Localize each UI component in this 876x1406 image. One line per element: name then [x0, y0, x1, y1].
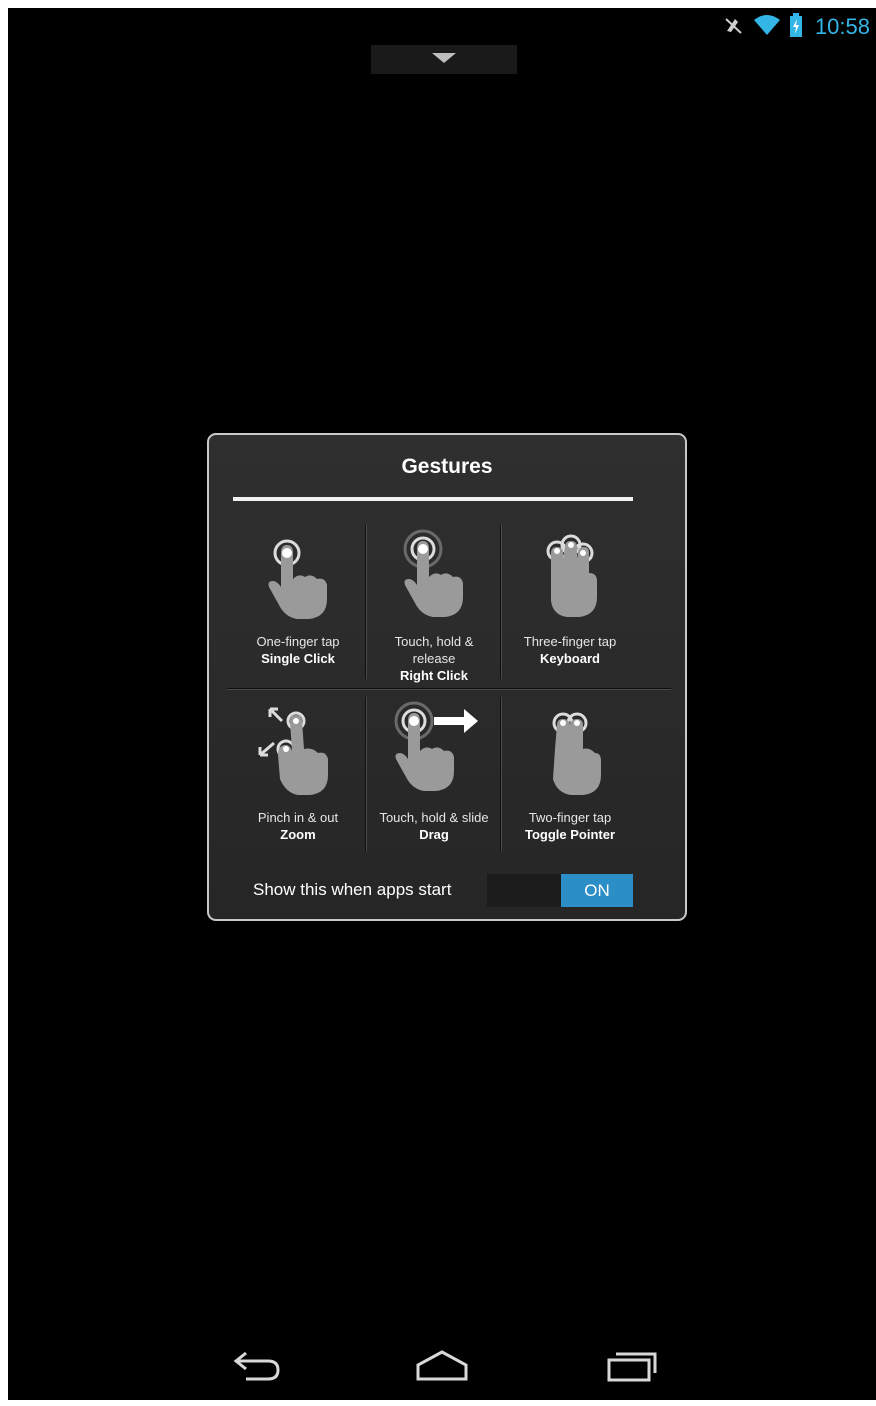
gesture-label: Touch, hold & slide: [379, 810, 489, 825]
touch-hold-slide-icon: [367, 699, 501, 799]
show-on-start-label: Show this when apps start: [253, 880, 452, 899]
chevron-down-icon: [431, 51, 457, 69]
grid-divider: [227, 688, 671, 690]
pinch-icon: [231, 699, 365, 799]
gesture-label: Touch, hold & release: [394, 634, 474, 666]
gesture-grid: One-finger tap Single Click Touch, hold …: [227, 519, 671, 859]
dialog-title: Gestures: [401, 455, 493, 478]
toggle-on-state[interactable]: ON: [561, 874, 633, 907]
back-button[interactable]: [226, 1346, 290, 1390]
show-on-start-row: Show this when apps start ON: [209, 871, 685, 911]
gesture-three-finger-tap: Three-finger tap Keyboard: [503, 519, 637, 684]
battery-charging-icon: [789, 12, 803, 42]
show-on-start-toggle[interactable]: ON: [487, 874, 633, 907]
status-clock: 10:58: [814, 14, 870, 39]
one-finger-tap-icon: [231, 523, 365, 623]
gesture-action: Drag: [419, 827, 449, 842]
gesture-one-finger-tap: One-finger tap Single Click: [231, 519, 365, 684]
touch-hold-release-icon: [367, 523, 501, 623]
status-bar: 10:58: [8, 8, 876, 46]
gesture-action: Zoom: [280, 827, 316, 842]
gesture-label: One-finger tap: [256, 634, 340, 649]
back-icon: [232, 1349, 284, 1388]
pull-down-tab[interactable]: [371, 45, 517, 74]
gesture-label: Two-finger tap: [528, 810, 612, 825]
navigation-bar: [8, 1332, 876, 1400]
gesture-action: Single Click: [261, 651, 335, 666]
gestures-dialog: Gestures One-finger tap Single Click Tou…: [207, 433, 687, 921]
home-button[interactable]: [410, 1346, 474, 1390]
three-finger-tap-icon: [503, 523, 637, 623]
home-icon: [414, 1349, 470, 1388]
gesture-touch-hold-slide: Touch, hold & slide Drag: [367, 695, 501, 860]
gesture-action: Right Click: [400, 668, 468, 683]
two-finger-tap-icon: [503, 699, 637, 799]
screen: 10:58 Gestures One-finger tap Single Cli…: [8, 8, 876, 1400]
status-icons: 10:58: [723, 12, 870, 42]
gesture-label: Pinch in & out: [257, 810, 339, 825]
gesture-action: Toggle Pointer: [524, 827, 616, 842]
gesture-label: Three-finger tap: [523, 634, 617, 649]
gesture-action: Keyboard: [540, 651, 600, 666]
gesture-pinch: Pinch in & out Zoom: [231, 695, 365, 860]
recent-apps-icon: [606, 1349, 658, 1388]
gesture-two-finger-tap: Two-finger tap Toggle Pointer: [503, 695, 637, 860]
wifi-icon: [753, 14, 781, 41]
recent-apps-button[interactable]: [600, 1346, 664, 1390]
mute-icon: [723, 14, 745, 41]
title-divider: [233, 497, 633, 501]
gesture-touch-hold-release: Touch, hold & release Right Click: [367, 519, 501, 684]
